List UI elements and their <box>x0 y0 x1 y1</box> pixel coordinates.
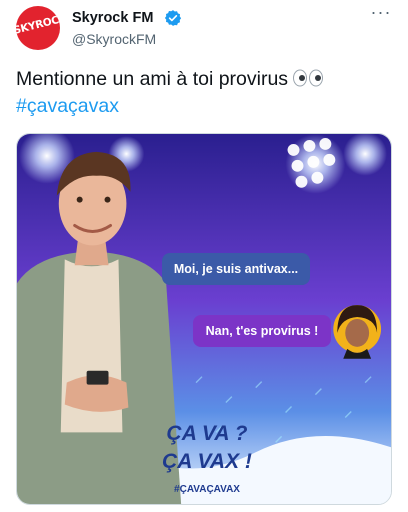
author-name[interactable]: Skyrock FM <box>72 10 153 26</box>
author-handle[interactable]: @SkyrockFM <box>72 31 156 47</box>
tweet-text: Mentionne un ami à toi provirus #çavaçav… <box>16 66 396 120</box>
tweet-body: Mentionne un ami à toi provirus <box>16 68 289 90</box>
avatar[interactable]: SKYROCK <box>16 6 60 50</box>
verified-badge-icon <box>164 10 182 26</box>
speech-bubble-provirus: Nan, t'es provirus ! <box>193 315 331 347</box>
tweet-media[interactable]: Moi, je suis antivax... Nan, t'es provir… <box>16 133 392 505</box>
speech-bubble-antivax: Moi, je suis antivax... <box>162 253 310 285</box>
skyrock-logo: SKYROCK <box>16 12 60 37</box>
slogan-line-1: ÇA VA ? <box>166 422 248 445</box>
eyes-emoji-icon <box>293 69 324 87</box>
tweet-header: SKYROCK Skyrock FM @SkyrockFM ··· <box>16 3 396 50</box>
more-options-icon[interactable]: ··· <box>366 3 396 26</box>
slogan-line-2: ÇA VAX ! <box>162 450 252 473</box>
image-hashtag: #ÇAVAÇAVAX <box>174 484 240 495</box>
hashtag-link[interactable]: #çavaçavax <box>16 95 119 117</box>
